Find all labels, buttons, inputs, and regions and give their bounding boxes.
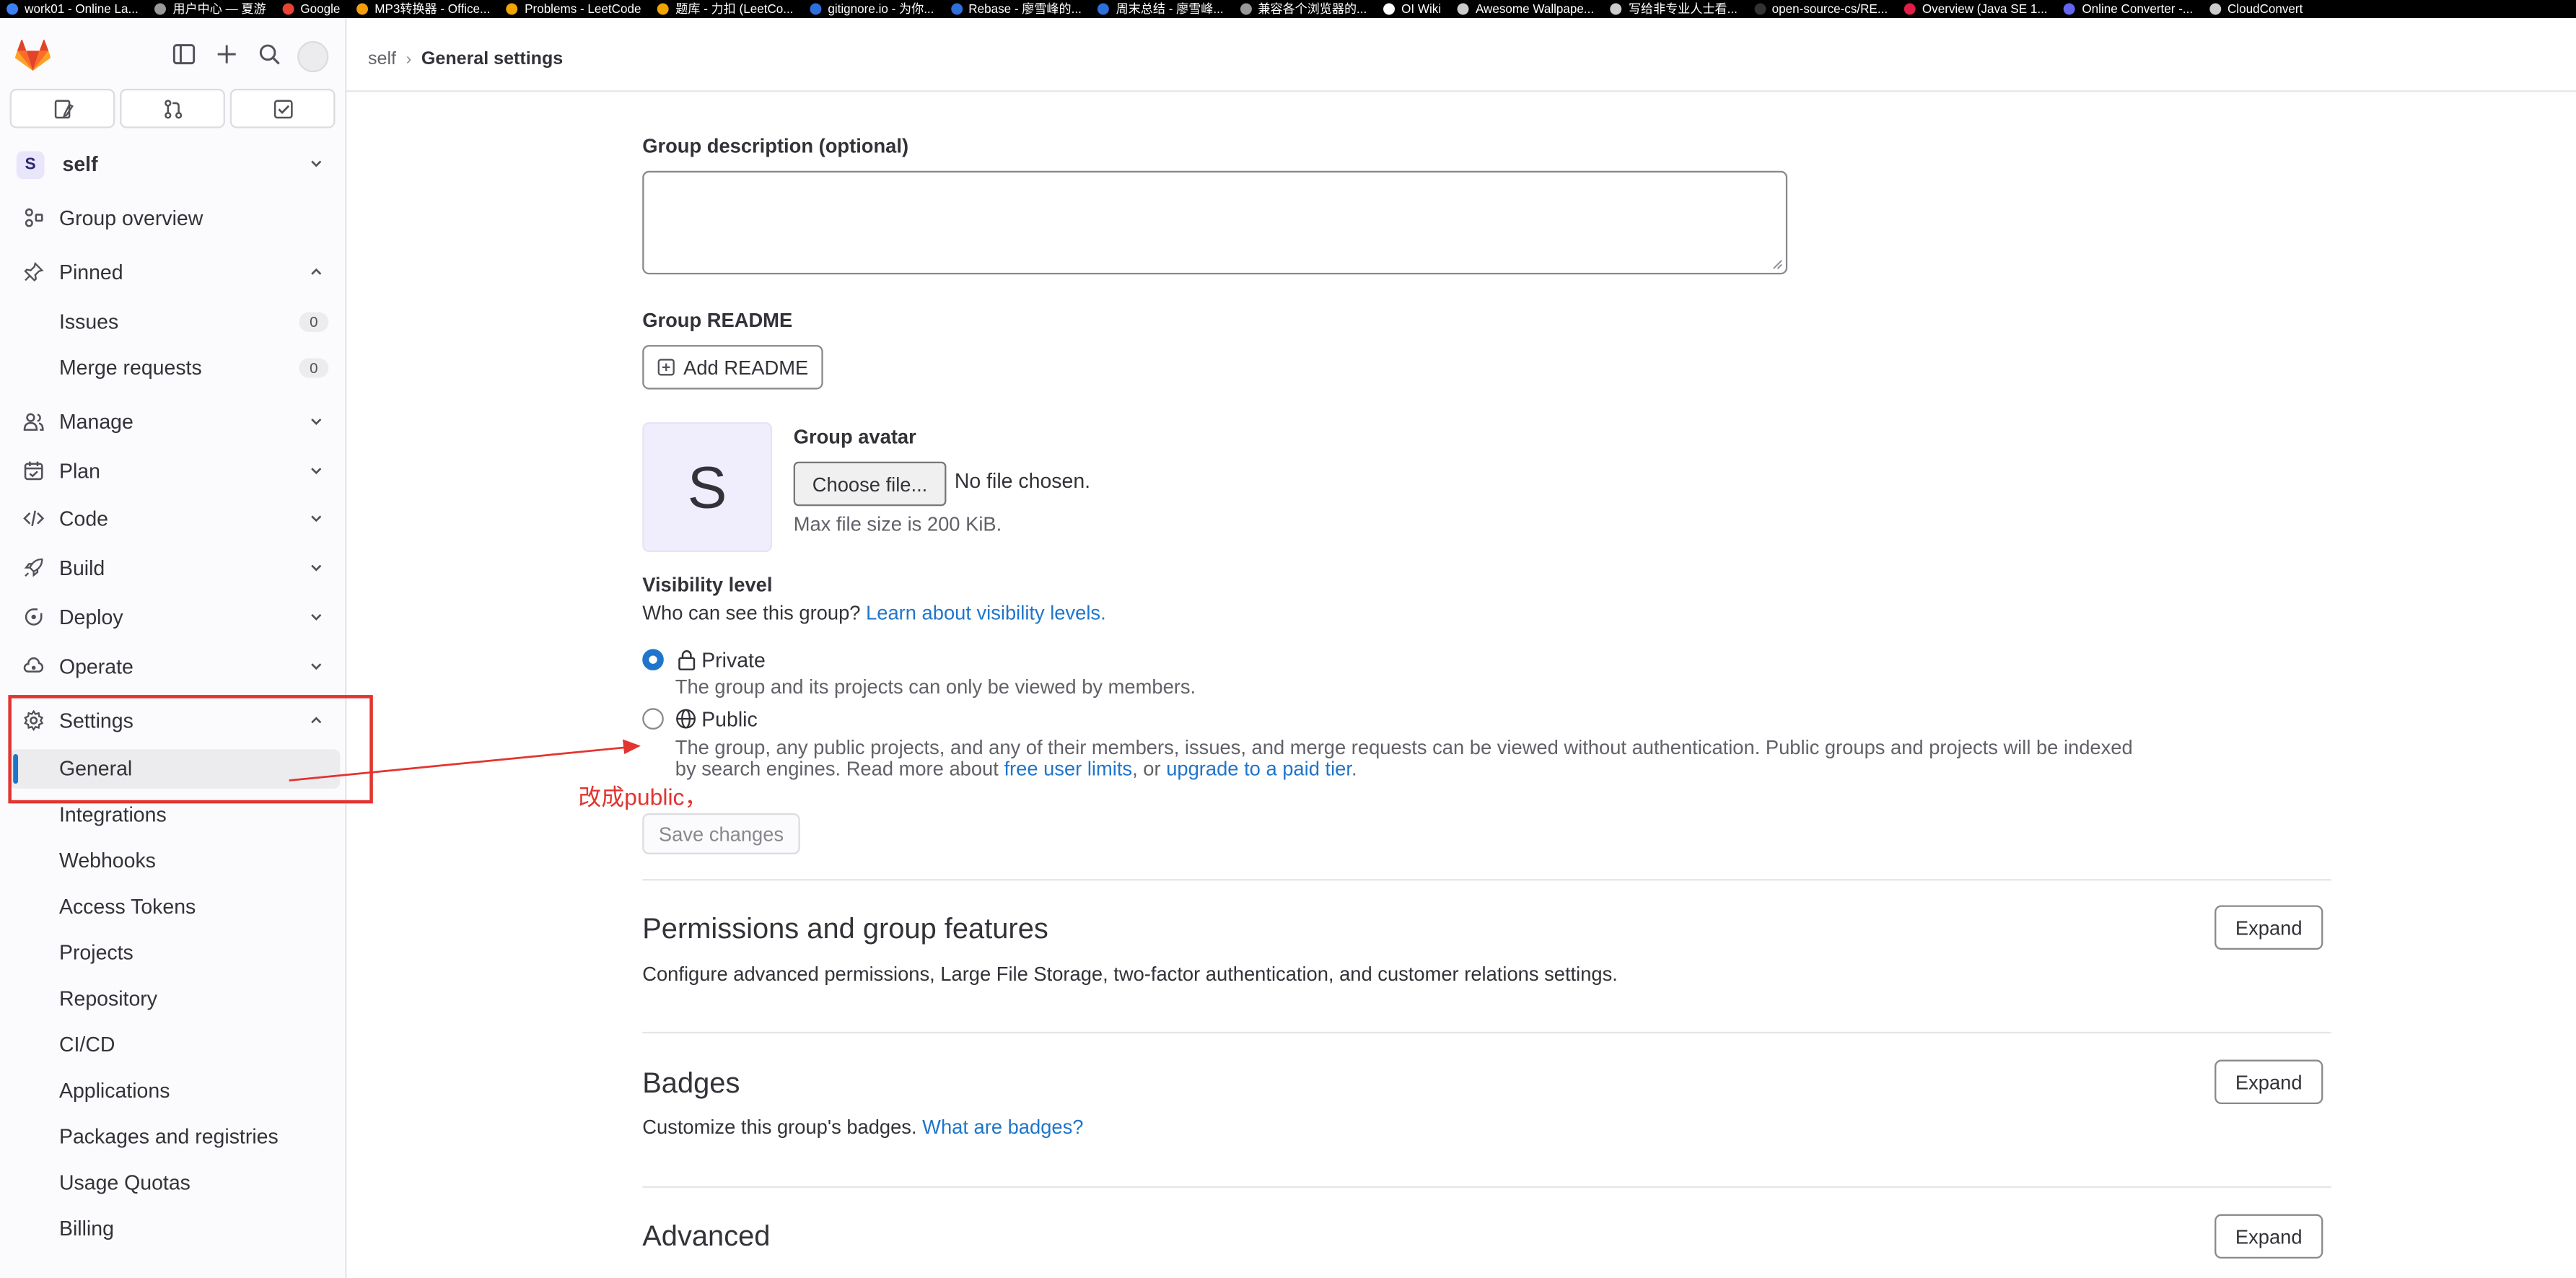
annotation-arrow (289, 739, 641, 782)
annotation-text: 改成public， (578, 784, 708, 810)
screen: { "bookmarks": [ {"label": "work01 - Onl… (0, 0, 2576, 1278)
